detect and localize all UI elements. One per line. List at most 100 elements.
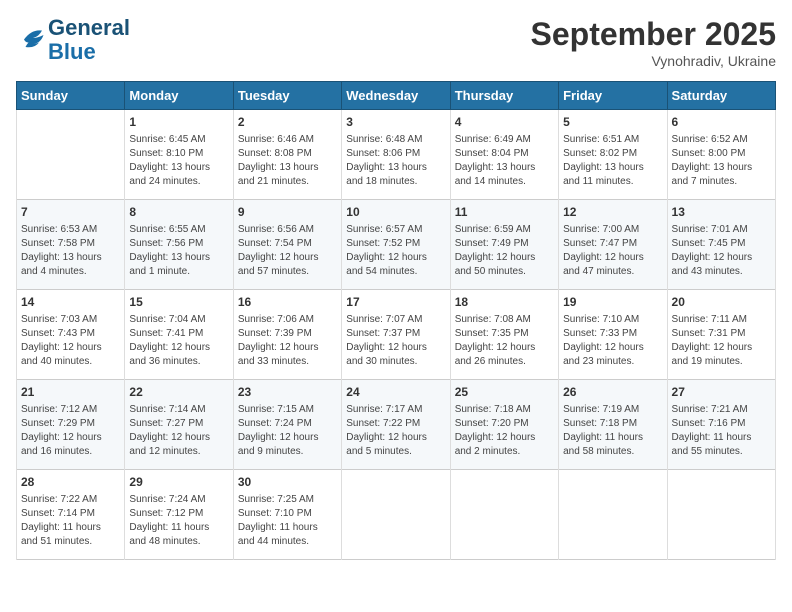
calendar-cell: 20 Sunrise: 7:11 AM Sunset: 7:31 PM Dayli… [667, 290, 775, 380]
weekday-header: Friday [559, 82, 667, 110]
day-number: 14 [21, 294, 120, 311]
day-info: Sunrise: 7:24 AM Sunset: 7:12 PM Dayligh… [129, 493, 228, 549]
calendar-cell: 18 Sunrise: 7:08 AM Sunset: 7:35 PM Dayli… [450, 290, 558, 380]
day-number: 24 [346, 384, 445, 401]
calendar-cell: 7 Sunrise: 6:53 AM Sunset: 7:58 PM Daylig… [17, 200, 125, 290]
calendar-cell: 29 Sunrise: 7:24 AM Sunset: 7:12 PM Dayli… [125, 470, 233, 560]
logo-text: General Blue [48, 16, 130, 64]
day-number: 17 [346, 294, 445, 311]
calendar-cell: 1Sunrise: 6:45 AM Sunset: 8:10 PM Daylig… [125, 110, 233, 200]
weekday-header-row: SundayMondayTuesdayWednesdayThursdayFrid… [17, 82, 776, 110]
day-info: Sunrise: 6:57 AM Sunset: 7:52 PM Dayligh… [346, 223, 445, 279]
calendar-cell: 13 Sunrise: 7:01 AM Sunset: 7:45 PM Dayli… [667, 200, 775, 290]
calendar-week-row: 28 Sunrise: 7:22 AM Sunset: 7:14 PM Dayli… [17, 470, 776, 560]
location: Vynohradiv, Ukraine [531, 53, 776, 69]
day-info: Sunrise: 7:07 AM Sunset: 7:37 PM Dayligh… [346, 313, 445, 369]
day-number: 5 [563, 114, 662, 131]
calendar-cell: 24 Sunrise: 7:17 AM Sunset: 7:22 PM Dayli… [342, 380, 450, 470]
day-number: 6 [672, 114, 771, 131]
weekday-header: Thursday [450, 82, 558, 110]
day-info: Sunrise: 7:25 AM Sunset: 7:10 PM Dayligh… [238, 493, 337, 549]
calendar-cell: 11 Sunrise: 6:59 AM Sunset: 7:49 PM Dayli… [450, 200, 558, 290]
day-info: Sunrise: 6:56 AM Sunset: 7:54 PM Dayligh… [238, 223, 337, 279]
day-info: Sunrise: 7:19 AM Sunset: 7:18 PM Dayligh… [563, 403, 662, 459]
calendar-cell: 3Sunrise: 6:48 AM Sunset: 8:06 PM Daylig… [342, 110, 450, 200]
calendar-cell: 2 Sunrise: 6:46 AM Sunset: 8:08 PM Daylig… [233, 110, 341, 200]
day-number: 18 [455, 294, 554, 311]
calendar-table: SundayMondayTuesdayWednesdayThursdayFrid… [16, 81, 776, 560]
day-number: 12 [563, 204, 662, 221]
calendar-cell: 21Sunrise: 7:12 AM Sunset: 7:29 PM Dayli… [17, 380, 125, 470]
day-info: Sunrise: 6:48 AM Sunset: 8:06 PM Dayligh… [346, 133, 445, 189]
day-number: 8 [129, 204, 228, 221]
calendar-cell [450, 470, 558, 560]
day-number: 28 [21, 474, 120, 491]
calendar-week-row: 7 Sunrise: 6:53 AM Sunset: 7:58 PM Daylig… [17, 200, 776, 290]
day-info: Sunrise: 7:01 AM Sunset: 7:45 PM Dayligh… [672, 223, 771, 279]
day-number: 11 [455, 204, 554, 221]
day-number: 4 [455, 114, 554, 131]
day-info: Sunrise: 7:08 AM Sunset: 7:35 PM Dayligh… [455, 313, 554, 369]
day-info: Sunrise: 6:53 AM Sunset: 7:58 PM Dayligh… [21, 223, 120, 279]
weekday-header: Tuesday [233, 82, 341, 110]
calendar-cell: 16 Sunrise: 7:06 AM Sunset: 7:39 PM Dayli… [233, 290, 341, 380]
calendar-cell: 27 Sunrise: 7:21 AM Sunset: 7:16 PM Dayli… [667, 380, 775, 470]
calendar-cell [342, 470, 450, 560]
weekday-header: Saturday [667, 82, 775, 110]
day-info: Sunrise: 7:10 AM Sunset: 7:33 PM Dayligh… [563, 313, 662, 369]
weekday-header: Sunday [17, 82, 125, 110]
calendar-cell: 30 Sunrise: 7:25 AM Sunset: 7:10 PM Dayli… [233, 470, 341, 560]
day-info: Sunrise: 6:49 AM Sunset: 8:04 PM Dayligh… [455, 133, 554, 189]
weekday-header: Monday [125, 82, 233, 110]
day-number: 7 [21, 204, 120, 221]
day-info: Sunrise: 7:17 AM Sunset: 7:22 PM Dayligh… [346, 403, 445, 459]
calendar-week-row: 1Sunrise: 6:45 AM Sunset: 8:10 PM Daylig… [17, 110, 776, 200]
calendar-cell: 4 Sunrise: 6:49 AM Sunset: 8:04 PM Daylig… [450, 110, 558, 200]
day-number: 19 [563, 294, 662, 311]
day-number: 20 [672, 294, 771, 311]
calendar-cell: 12 Sunrise: 7:00 AM Sunset: 7:47 PM Dayli… [559, 200, 667, 290]
day-number: 2 [238, 114, 337, 131]
calendar-cell: 26Sunrise: 7:19 AM Sunset: 7:18 PM Dayli… [559, 380, 667, 470]
calendar-cell: 22 Sunrise: 7:14 AM Sunset: 7:27 PM Dayli… [125, 380, 233, 470]
day-info: Sunrise: 7:11 AM Sunset: 7:31 PM Dayligh… [672, 313, 771, 369]
month-title: September 2025 [531, 16, 776, 53]
day-number: 21 [21, 384, 120, 401]
day-info: Sunrise: 7:03 AM Sunset: 7:43 PM Dayligh… [21, 313, 120, 369]
day-number: 13 [672, 204, 771, 221]
day-number: 22 [129, 384, 228, 401]
day-number: 27 [672, 384, 771, 401]
day-number: 23 [238, 384, 337, 401]
day-number: 30 [238, 474, 337, 491]
day-number: 1 [129, 114, 228, 131]
day-info: Sunrise: 7:04 AM Sunset: 7:41 PM Dayligh… [129, 313, 228, 369]
day-info: Sunrise: 7:00 AM Sunset: 7:47 PM Dayligh… [563, 223, 662, 279]
calendar-cell: 19 Sunrise: 7:10 AM Sunset: 7:33 PM Dayli… [559, 290, 667, 380]
calendar-cell: 14 Sunrise: 7:03 AM Sunset: 7:43 PM Dayli… [17, 290, 125, 380]
calendar-cell: 10Sunrise: 6:57 AM Sunset: 7:52 PM Dayli… [342, 200, 450, 290]
day-number: 25 [455, 384, 554, 401]
calendar-cell [17, 110, 125, 200]
title-block: September 2025 Vynohradiv, Ukraine [531, 16, 776, 69]
day-info: Sunrise: 7:14 AM Sunset: 7:27 PM Dayligh… [129, 403, 228, 459]
page-header: General Blue September 2025 Vynohradiv, … [16, 16, 776, 69]
day-info: Sunrise: 7:18 AM Sunset: 7:20 PM Dayligh… [455, 403, 554, 459]
day-number: 29 [129, 474, 228, 491]
day-info: Sunrise: 6:59 AM Sunset: 7:49 PM Dayligh… [455, 223, 554, 279]
calendar-cell: 17 Sunrise: 7:07 AM Sunset: 7:37 PM Dayli… [342, 290, 450, 380]
calendar-cell: 5 Sunrise: 6:51 AM Sunset: 8:02 PM Daylig… [559, 110, 667, 200]
calendar-cell [559, 470, 667, 560]
day-info: Sunrise: 7:21 AM Sunset: 7:16 PM Dayligh… [672, 403, 771, 459]
day-info: Sunrise: 6:46 AM Sunset: 8:08 PM Dayligh… [238, 133, 337, 189]
calendar-cell: 28 Sunrise: 7:22 AM Sunset: 7:14 PM Dayli… [17, 470, 125, 560]
day-info: Sunrise: 7:06 AM Sunset: 7:39 PM Dayligh… [238, 313, 337, 369]
calendar-cell [667, 470, 775, 560]
day-number: 16 [238, 294, 337, 311]
day-info: Sunrise: 6:52 AM Sunset: 8:00 PM Dayligh… [672, 133, 771, 189]
calendar-cell: 6 Sunrise: 6:52 AM Sunset: 8:00 PM Daylig… [667, 110, 775, 200]
day-info: Sunrise: 7:22 AM Sunset: 7:14 PM Dayligh… [21, 493, 120, 549]
day-info: Sunrise: 6:51 AM Sunset: 8:02 PM Dayligh… [563, 133, 662, 189]
weekday-header: Wednesday [342, 82, 450, 110]
calendar-week-row: 14 Sunrise: 7:03 AM Sunset: 7:43 PM Dayli… [17, 290, 776, 380]
calendar-cell: 25 Sunrise: 7:18 AM Sunset: 7:20 PM Dayli… [450, 380, 558, 470]
